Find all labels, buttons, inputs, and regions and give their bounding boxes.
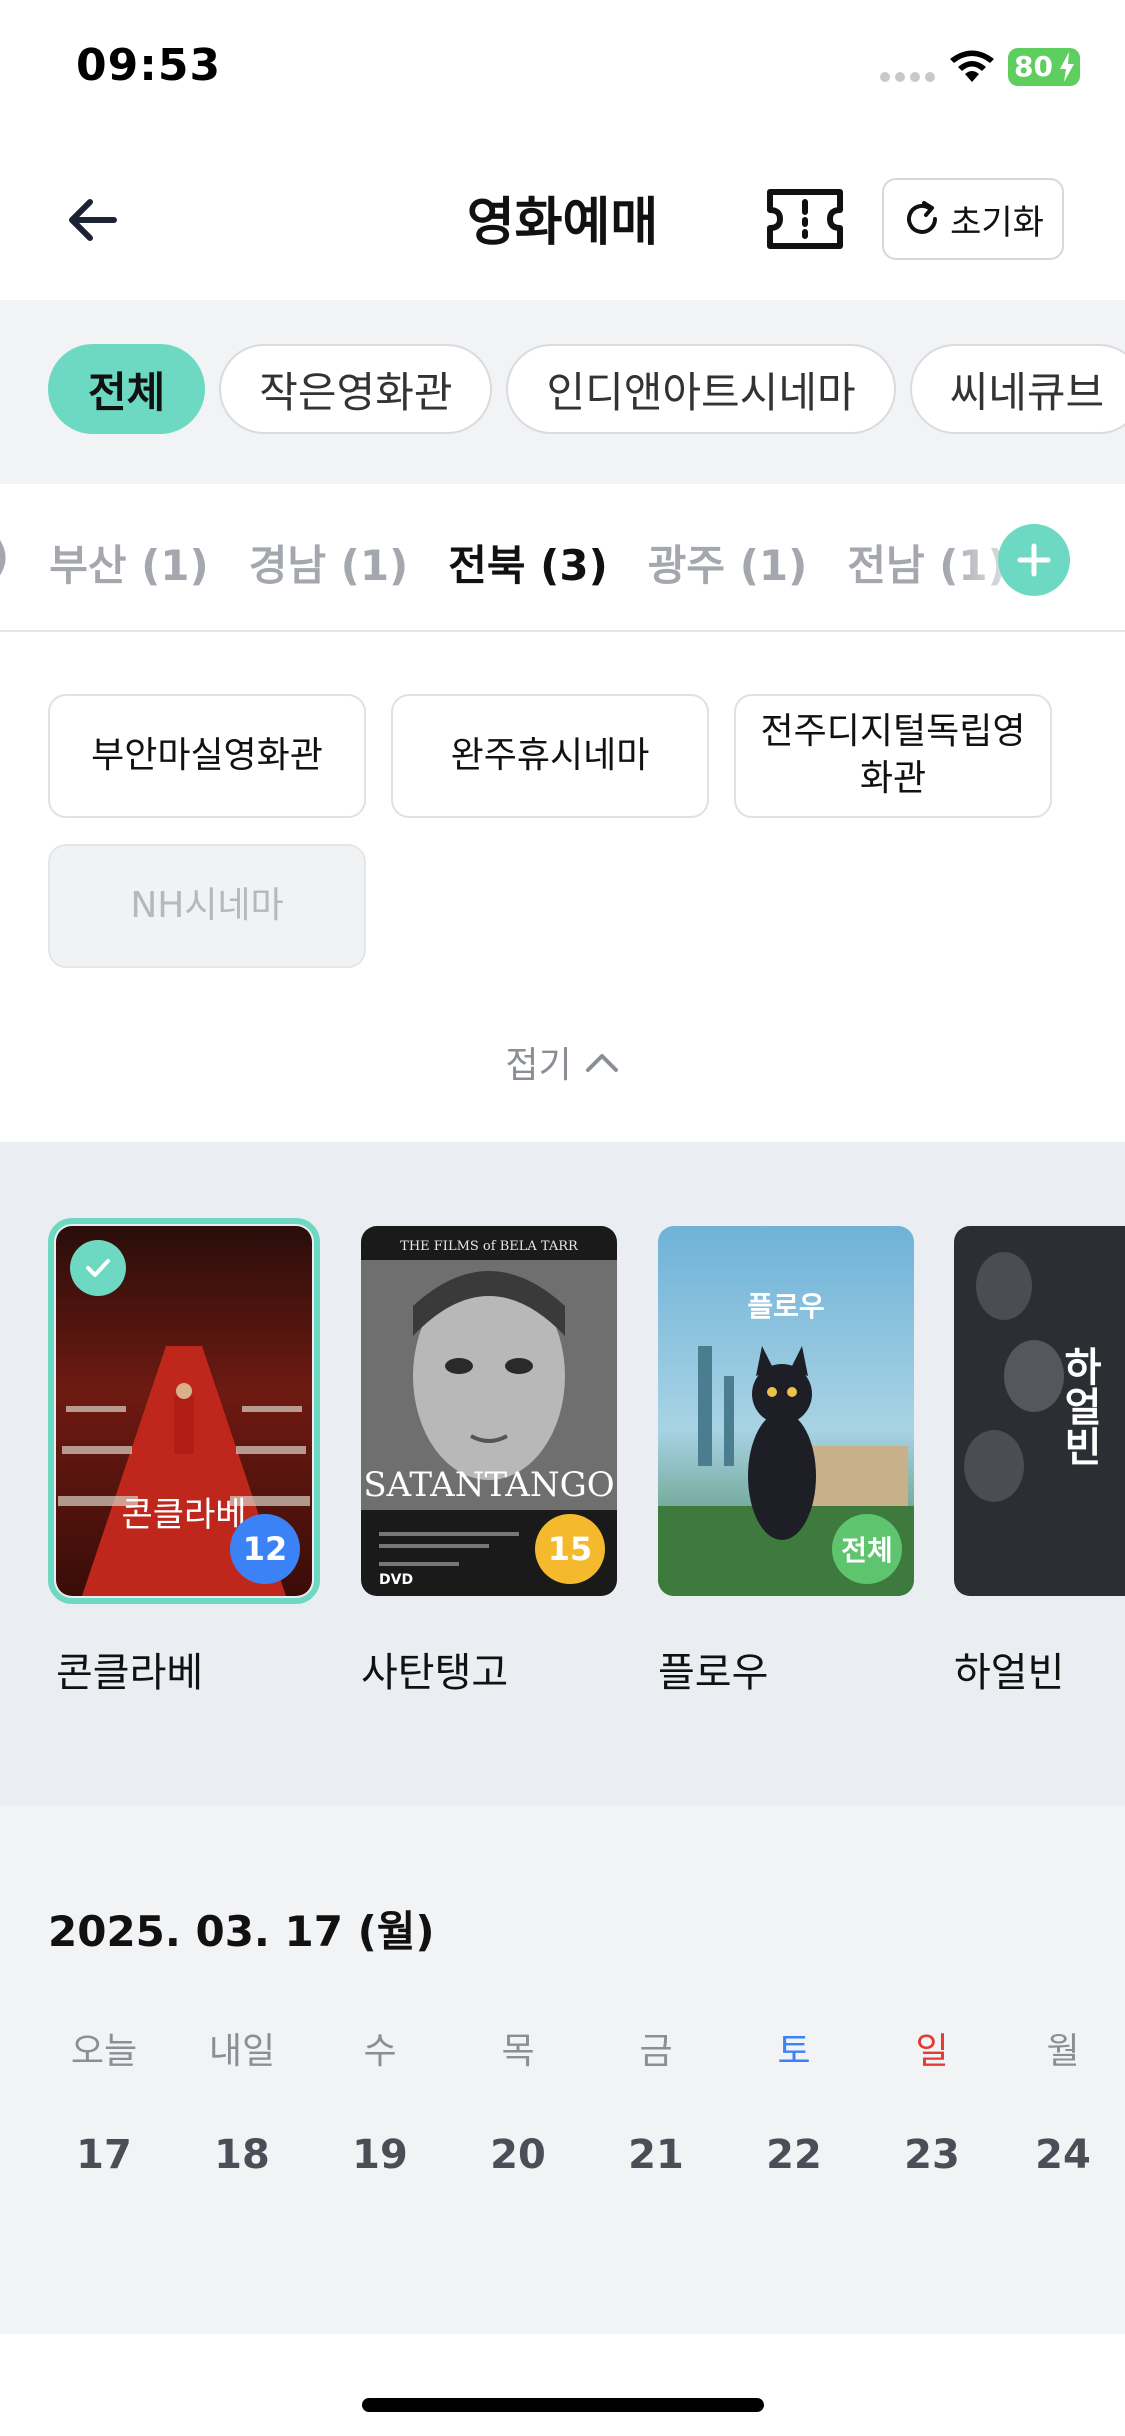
reset-label: 초기화 [950, 202, 1044, 243]
movie-title: 콘클라베 [56, 1650, 204, 1696]
theater-button-jeonju-digital[interactable]: 전주디지털독립영화관 [734, 694, 1052, 818]
chevron-up-icon [585, 1054, 618, 1072]
region-tab-jeonbuk[interactable]: 전북 (3) [448, 532, 608, 593]
movie-poster[interactable]: 플로우 전체 [658, 1226, 914, 1596]
back-button[interactable] [56, 184, 128, 256]
poster-header: THE FILMS of BELA TARR [400, 1239, 579, 1254]
cellular-signal-icon [880, 72, 935, 82]
movie-card-flow[interactable]: 플로우 전체 플로우 [658, 1226, 914, 1698]
collapse-label: 접기 [505, 1045, 572, 1086]
day-number: 22 [766, 2132, 822, 2178]
theater-list: 부안마실영화관 완주휴시네마 전주디지털독립영화관 NH시네마 접기 [0, 632, 1125, 1142]
movie-card-conclave[interactable]: 콘클라베 12 콘클라베 [48, 1218, 320, 1698]
region-tab-gwangju[interactable]: 광주 (1) [648, 532, 808, 593]
poster-title: 플로우 [747, 1290, 824, 1323]
status-bar: 09:53 80 [0, 0, 1125, 140]
poster-title: SATANTANGO [363, 1465, 614, 1505]
add-region-button[interactable] [998, 524, 1070, 596]
reset-button[interactable]: 초기화 [882, 178, 1064, 260]
wifi-icon [950, 50, 994, 82]
region-tabs: ) 부산 (1) 경남 (1) 전북 (3) 광주 (1) 전남 (1) 제주 [0, 484, 1125, 632]
day-number: 18 [214, 2132, 270, 2178]
date-item[interactable]: 목 20 [449, 2022, 587, 2178]
theater-button-nh: NH시네마 [48, 844, 366, 968]
region-tab-gyeongnam[interactable]: 경남 (1) [249, 532, 409, 593]
movie-carousel: 콘클라베 12 콘클라베 THE FILMS of BELA TARR SATA… [0, 1142, 1125, 1806]
battery-level: 80 [1014, 50, 1053, 83]
header: 영화예매 초기화 [0, 140, 1125, 300]
date-item[interactable]: 내일 18 [173, 2022, 311, 2178]
day-number: 20 [490, 2132, 546, 2178]
day-number: 21 [628, 2132, 684, 2178]
movie-card-harbin[interactable]: 하얼빈 하얼빈 [954, 1226, 1125, 1698]
movie-poster[interactable]: THE FILMS of BELA TARR SATANTANGO DVD 15 [361, 1226, 617, 1596]
poster-title: 하얼빈 [1056, 1346, 1102, 1466]
weekday-label: 일 [915, 2031, 949, 2072]
date-item[interactable]: 수 19 [311, 2022, 449, 2178]
weekday-label: 금 [639, 2031, 673, 2072]
collapse-button[interactable]: 접기 [0, 1036, 1125, 1088]
movie-title: 사탄탱고 [361, 1650, 509, 1696]
back-arrow-icon [69, 199, 117, 241]
date-selector: 2025. 03. 17 (월) 오늘 17 내일 18 수 19 목 20 금… [0, 1806, 1125, 2334]
refresh-icon [907, 201, 938, 234]
movie-poster[interactable]: 콘클라베 12 [48, 1218, 320, 1604]
category-chip-indie-art[interactable]: 인디앤아트시네마 [506, 344, 896, 434]
weekday-label: 목 [501, 2031, 535, 2072]
charging-bolt-icon [1060, 52, 1074, 82]
movie-title: 하얼빈 [954, 1650, 1065, 1696]
movie-title: 플로우 [658, 1650, 769, 1696]
plus-icon [1017, 543, 1051, 577]
movie-card-satantango[interactable]: THE FILMS of BELA TARR SATANTANGO DVD 15… [361, 1226, 617, 1698]
region-tab-prev-partial[interactable]: ) [0, 532, 9, 593]
day-number: 19 [352, 2132, 408, 2178]
day-number: 23 [904, 2132, 960, 2178]
poster-art: 하얼빈 [954, 1226, 1125, 1596]
category-filter: 전체 작은영화관 인디앤아트시네마 씨네큐브 [0, 300, 1125, 484]
category-chip-small-cinema[interactable]: 작은영화관 [219, 344, 493, 434]
ticket-icon[interactable] [764, 186, 846, 252]
date-item[interactable]: 오늘 17 [35, 2022, 173, 2178]
date-item[interactable]: 월 24 [1001, 2022, 1125, 2178]
day-number: 17 [76, 2132, 132, 2178]
category-chip-all[interactable]: 전체 [48, 344, 206, 434]
movie-poster[interactable]: 하얼빈 [954, 1226, 1125, 1596]
date-item[interactable]: 토 22 [725, 2022, 863, 2178]
theater-button-buan[interactable]: 부안마실영화관 [48, 694, 366, 818]
age-rating-badge: 15 [535, 1514, 605, 1584]
poster-title: 콘클라베 [121, 1495, 246, 1535]
selected-check-icon [70, 1240, 126, 1296]
weekday-label: 토 [777, 2031, 811, 2072]
theater-button-wanju[interactable]: 완주휴시네마 [391, 694, 709, 818]
region-tab-busan[interactable]: 부산 (1) [49, 532, 209, 593]
date-item[interactable]: 금 21 [587, 2022, 725, 2178]
weekday-label: 월 [1046, 2031, 1080, 2072]
category-chip-cinecube[interactable]: 씨네큐브 [909, 344, 1125, 434]
dvd-logo: DVD [379, 1572, 413, 1588]
weekday-label: 수 [363, 2031, 397, 2072]
weekday-label: 내일 [208, 2031, 276, 2072]
battery-icon: 80 [1008, 48, 1080, 86]
home-indicator [362, 2398, 764, 2412]
age-rating-badge: 12 [230, 1514, 300, 1584]
selected-date-label: 2025. 03. 17 (월) [48, 1907, 435, 1956]
date-item[interactable]: 일 23 [863, 2022, 1001, 2178]
weekday-label: 오늘 [70, 2031, 138, 2072]
day-number: 24 [1035, 2132, 1091, 2178]
status-time: 09:53 [76, 40, 222, 91]
age-rating-badge: 전체 [832, 1514, 902, 1584]
